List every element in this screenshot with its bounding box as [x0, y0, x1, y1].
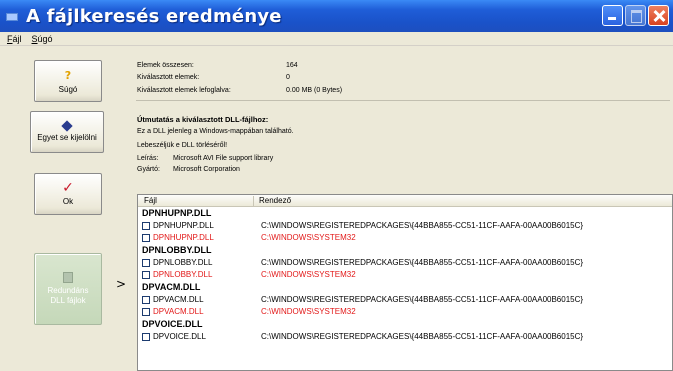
item-path: C:\WINDOWS\REGISTEREDPACKAGES\{44BBA855-… [261, 295, 584, 304]
description-label: Leírás: [137, 155, 159, 162]
item-checkbox[interactable] [142, 332, 150, 341]
menu-file-rest: ájl [12, 33, 22, 44]
title-bar[interactable]: A fájlkeresés eredménye [0, 0, 673, 32]
item-filename: DPNLOBBY.DLL [153, 258, 213, 267]
total-label: Elemek összesen: [137, 62, 194, 69]
window-controls [602, 5, 669, 26]
deselect-all-button[interactable]: Egyet se kijelölni [30, 111, 104, 153]
close-button[interactable] [648, 5, 669, 26]
item-checkbox[interactable] [142, 270, 150, 279]
diamond-icon [61, 120, 73, 132]
app-icon [6, 11, 20, 21]
item-filename: DPVOICE.DLL [153, 332, 206, 341]
manufacturer-value: Microsoft Corporation [173, 166, 240, 173]
item-checkbox[interactable] [142, 295, 150, 304]
item-filename: DPVACM.DLL [153, 307, 204, 316]
item-path: C:\WINDOWS\SYSTEM32 [261, 307, 356, 316]
redundant-label-line2: DLL fájlok [50, 296, 86, 305]
guide-line-1: Ez a DLL jelenleg a Windows-mappában tal… [137, 128, 294, 135]
minimize-button[interactable] [602, 5, 623, 26]
size-value: 0.00 MB (0 Bytes) [286, 87, 343, 94]
column-folder[interactable]: Rendező [259, 196, 291, 205]
list-header: Fájl Rendező [138, 195, 672, 207]
item-filename: DPNLOBBY.DLL [153, 270, 213, 279]
column-file[interactable]: Fájl [144, 196, 157, 205]
deselect-button-label: Egyet se kijelölni [37, 133, 97, 142]
item-path: C:\WINDOWS\SYSTEM32 [261, 233, 356, 242]
menu-bar: Fájl Súgó [0, 32, 673, 46]
guide-heading: Útmutatás a kiválasztott DLL-fájlhoz: [137, 115, 269, 124]
divider [136, 100, 670, 101]
menu-help-rest: úgó [37, 33, 53, 44]
group-header: DPNHUPNP.DLL [142, 208, 212, 218]
redundant-dll-label: Redundáns DLL fájlok [48, 286, 89, 306]
item-checkbox[interactable] [142, 307, 150, 316]
size-label: Kiválasztott elemek lefoglalva: [137, 87, 231, 94]
group-header: DPVOICE.DLL [142, 319, 203, 329]
list-item[interactable]: DPNLOBBY.DLL [142, 258, 212, 267]
action-panel: ? Súgó Egyet se kijelölni ✓ Ok Redundáns… [0, 47, 134, 371]
menu-help[interactable]: Súgó [27, 34, 58, 44]
group-header: DPVACM.DLL [142, 282, 201, 292]
item-path: C:\WINDOWS\REGISTEREDPACKAGES\{44BBA855-… [261, 332, 584, 341]
selected-value: 0 [286, 74, 290, 81]
list-item[interactable]: DPNHUPNP.DLL [142, 221, 214, 230]
column-divider[interactable] [253, 196, 254, 206]
checkmark-icon: ✓ [62, 180, 74, 196]
ok-button-label: Ok [62, 197, 74, 206]
total-value: 164 [286, 62, 298, 69]
group-header: DPNLOBBY.DLL [142, 245, 212, 255]
item-checkbox[interactable] [142, 258, 150, 267]
redundant-dll-button: Redundáns DLL fájlok [34, 253, 102, 325]
redundant-label-line1: Redundáns [47, 286, 89, 295]
question-icon: ? [64, 68, 72, 82]
item-checkbox[interactable] [142, 221, 150, 230]
item-filename: DPNHUPNP.DLL [153, 221, 214, 230]
file-list[interactable]: Fájl Rendező DPNHUPNP.DLL DPNHUPNP.DLL C… [137, 194, 673, 371]
list-item[interactable]: DPNHUPNP.DLL [142, 233, 214, 242]
item-path: C:\WINDOWS\REGISTEREDPACKAGES\{44BBA855-… [261, 258, 584, 267]
manufacturer-label: Gyártó: [137, 166, 160, 173]
window-title: A fájlkeresés eredménye [26, 5, 282, 27]
selected-label: Kiválasztott elemek: [137, 74, 200, 81]
item-checkbox[interactable] [142, 233, 150, 242]
list-item[interactable]: DPVACM.DLL [142, 295, 204, 304]
list-item[interactable]: DPVOICE.DLL [142, 332, 206, 341]
help-button-label: Súgó [58, 84, 78, 94]
ok-button[interactable]: ✓ Ok [34, 173, 102, 215]
help-button[interactable]: ? Súgó [34, 60, 102, 102]
dll-file-icon [63, 272, 73, 283]
item-path: C:\WINDOWS\SYSTEM32 [261, 270, 356, 279]
list-item[interactable]: DPNLOBBY.DLL [142, 270, 212, 279]
menu-file[interactable]: Fájl [2, 34, 27, 44]
item-filename: DPNHUPNP.DLL [153, 233, 214, 242]
item-filename: DPVACM.DLL [153, 295, 204, 304]
maximize-button [625, 5, 646, 26]
list-item[interactable]: DPVACM.DLL [142, 307, 204, 316]
guide-line-2: Lebeszéljük e DLL törléséről! [137, 142, 228, 149]
expand-arrow-icon[interactable]: > [116, 277, 126, 291]
item-path: C:\WINDOWS\REGISTEREDPACKAGES\{44BBA855-… [261, 221, 584, 230]
description-value: Microsoft AVI File support library [173, 155, 274, 162]
